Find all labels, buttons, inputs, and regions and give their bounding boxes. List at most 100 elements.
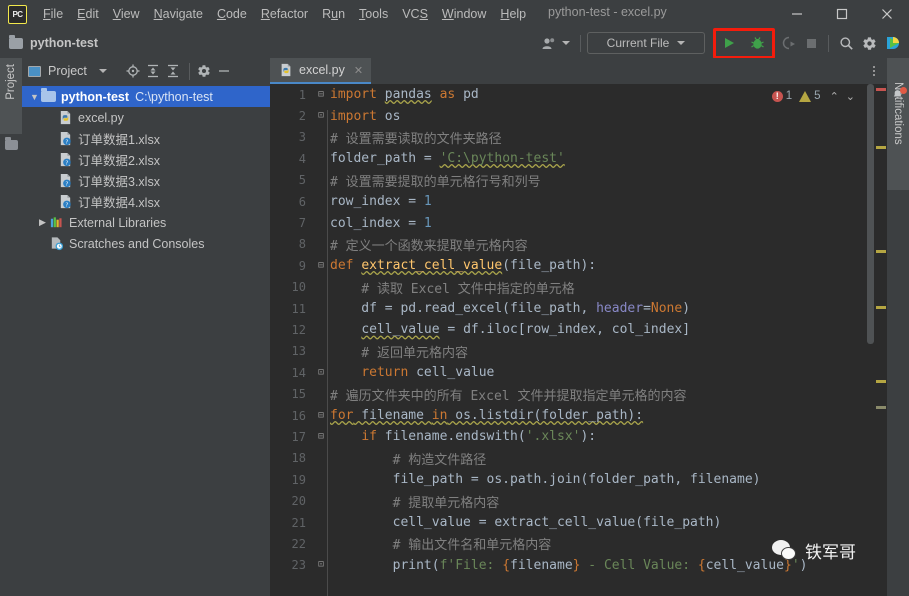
tree-item-xlsx-4[interactable]: ? 订单数据4.xlsx: [22, 191, 270, 212]
code-text: cell_value = df.iloc[row_index, col_inde…: [361, 322, 691, 338]
search-icon: [840, 36, 853, 50]
code-text: # 返回单元格内容: [330, 345, 468, 361]
debug-icon: [751, 37, 764, 49]
code-text: # 遍历文件夹中的所有 Excel 文件并提取指定单元格的内容: [330, 388, 687, 404]
menu-item-file[interactable]: File: [36, 5, 70, 23]
code-line: 6 row_index = 1: [270, 191, 887, 212]
expand-all-button[interactable]: [143, 60, 163, 82]
svg-text:?: ?: [65, 160, 68, 166]
chevron-down-icon[interactable]: ▼: [28, 92, 41, 102]
debug-button[interactable]: [743, 31, 772, 55]
project-settings-button[interactable]: [194, 60, 214, 82]
menu-item-edit[interactable]: Edit: [70, 5, 106, 23]
hide-panel-button[interactable]: [214, 60, 234, 82]
tool-window-button-notifications[interactable]: Notifications: [887, 58, 909, 190]
editor-tab-options-button[interactable]: [867, 62, 881, 80]
project-view-dropdown[interactable]: [93, 60, 113, 82]
close-icon[interactable]: ✕: [354, 64, 363, 77]
menu-item-run[interactable]: Run: [315, 5, 352, 23]
toolbar-project-name[interactable]: python-test: [30, 36, 98, 50]
maximize-button[interactable]: [819, 0, 864, 28]
fold-marker[interactable]: ⊡: [314, 560, 328, 570]
python-file-icon: [279, 63, 293, 77]
tree-item-xlsx-3[interactable]: ? 订单数据3.xlsx: [22, 170, 270, 191]
code-editor[interactable]: 1 ⊟ import pandas as pd 2 ⊡ import os 3 …: [270, 84, 887, 596]
warning-marker[interactable]: [876, 146, 886, 149]
tree-item-label: External Libraries: [69, 215, 167, 230]
collapse-all-button[interactable]: [163, 60, 183, 82]
chevron-down-icon: [562, 41, 570, 45]
ai-assistant-button[interactable]: [881, 31, 909, 55]
run-configuration-selector[interactable]: Current File: [587, 32, 705, 54]
fold-marker[interactable]: ⊡: [314, 111, 328, 121]
fold-marker[interactable]: ⊡: [314, 367, 328, 378]
python-file-icon: [58, 110, 73, 125]
menu-item-vcs[interactable]: VCS: [395, 5, 435, 23]
code-text: # 定义一个函数来提取单元格内容: [330, 238, 528, 254]
fold-marker[interactable]: ⊟: [314, 431, 328, 442]
tree-item-excel-py[interactable]: excel.py: [22, 107, 270, 128]
tool-window-button-project[interactable]: Project: [0, 58, 22, 134]
notification-badge: [900, 87, 907, 94]
tree-item-xlsx-2[interactable]: ? 订单数据2.xlsx: [22, 149, 270, 170]
error-marker[interactable]: [876, 88, 886, 91]
menu-item-navigate[interactable]: Navigate: [147, 5, 210, 23]
project-panel-title: Project: [48, 64, 87, 78]
svg-text:?: ?: [65, 139, 68, 145]
warning-marker[interactable]: [876, 380, 886, 383]
code-line: 13 # 返回单元格内容: [270, 341, 887, 362]
menu-item-code[interactable]: Code: [210, 5, 254, 23]
code-line: 10 # 读取 Excel 文件中指定的单元格: [270, 277, 887, 298]
close-button[interactable]: [864, 0, 909, 28]
code-text: df = pd.read_excel(file_path, header=Non…: [330, 301, 691, 317]
editor-tab-excel-py[interactable]: excel.py ✕: [270, 58, 372, 84]
editor-scrollbar-thumb[interactable]: [867, 84, 874, 344]
panel-divider: [188, 62, 190, 80]
code-text: # 输出文件名和单元格内容: [330, 538, 552, 554]
tree-item-external-libraries[interactable]: ▶ External Libraries: [22, 212, 270, 233]
menu-item-view[interactable]: View: [106, 5, 147, 23]
code-text: # 设置需要提取的单元格行号和列号: [330, 174, 541, 190]
window-controls: [774, 0, 909, 28]
line-number: 17: [291, 429, 306, 444]
settings-button[interactable]: [858, 31, 881, 55]
collapse-all-icon: [167, 64, 178, 78]
menu-item-tools[interactable]: Tools: [352, 5, 395, 23]
chevron-down-icon: [677, 41, 686, 45]
line-number: 23: [291, 558, 306, 573]
editor-marker-strip[interactable]: [875, 84, 887, 596]
next-problem-button[interactable]: ⌄: [844, 90, 857, 103]
gear-icon: [863, 36, 876, 50]
warning-marker[interactable]: [876, 406, 886, 409]
line-number: 6: [298, 194, 306, 209]
line-number: 10: [291, 280, 306, 295]
menu-item-help[interactable]: Help: [493, 5, 533, 23]
warning-marker[interactable]: [876, 306, 886, 309]
line-number: 8: [298, 237, 306, 252]
code-text: # 提取单元格内容: [330, 495, 500, 511]
menu-item-refactor[interactable]: Refactor: [254, 5, 315, 23]
minimize-button[interactable]: [774, 0, 819, 28]
chevron-right-icon[interactable]: ▶: [36, 217, 49, 228]
dot: [873, 66, 875, 68]
fold-marker[interactable]: ⊟: [314, 89, 328, 100]
previous-problem-button[interactable]: ⌃: [828, 90, 841, 103]
stop-icon: [807, 38, 816, 48]
line-number: 2: [298, 109, 306, 124]
run-button[interactable]: [715, 31, 743, 55]
fold-marker[interactable]: ⊟: [314, 410, 328, 421]
fold-marker[interactable]: ⊟: [314, 260, 328, 271]
warning-marker[interactable]: [876, 250, 886, 253]
user-avatar-icon[interactable]: [537, 31, 574, 55]
tree-item-xlsx-1[interactable]: ? 订单数据1.xlsx: [22, 128, 270, 149]
menu-item-window[interactable]: Window: [435, 5, 493, 23]
toolbar-divider-2: [828, 34, 829, 52]
search-everywhere-button[interactable]: [835, 31, 858, 55]
tree-item-python-test[interactable]: ▼ python-test C:\python-test: [22, 86, 270, 107]
code-text: import os: [330, 108, 401, 124]
project-tree: ▼ python-test C:\python-test excel.py ? …: [22, 84, 270, 254]
editor-tab-label: excel.py: [299, 63, 345, 77]
locate-file-button[interactable]: [123, 60, 143, 82]
tree-item-scratches-and-consoles[interactable]: Scratches and Consoles: [22, 233, 270, 254]
scratches-icon: [49, 236, 64, 251]
